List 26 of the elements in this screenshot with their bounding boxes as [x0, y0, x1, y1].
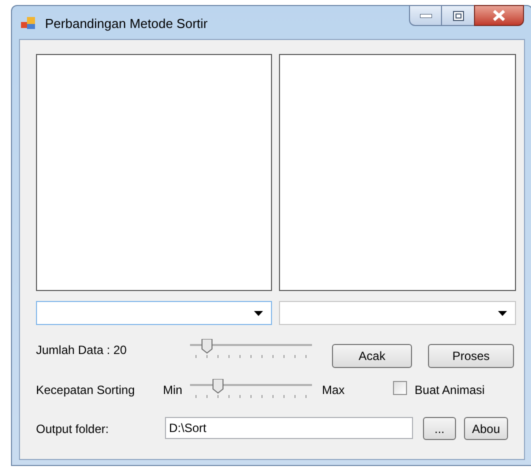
acak-button[interactable]: Acak	[332, 344, 412, 368]
minimize-icon	[420, 14, 432, 18]
maximize-icon	[452, 10, 464, 20]
proses-button[interactable]: Proses	[428, 344, 514, 368]
slider-thumb[interactable]	[212, 379, 224, 394]
dropdown-arrow-icon	[498, 310, 507, 316]
slider-thumb[interactable]	[202, 339, 212, 354]
output-folder-label: Output folder:	[36, 421, 110, 438]
output-folder-field[interactable]: D:\Sort	[165, 417, 413, 439]
app-icon	[21, 16, 37, 30]
about-button[interactable]: Abou	[464, 417, 508, 440]
close-button[interactable]	[474, 5, 524, 26]
jumlah-data-label: Jumlah Data : 20	[36, 342, 128, 359]
browse-button[interactable]: ...	[423, 417, 456, 440]
max-label: Max	[322, 382, 345, 399]
minimize-button[interactable]	[409, 5, 442, 26]
kecepatan-label: Kecepatan Sorting	[36, 382, 136, 399]
slider[interactable]	[190, 339, 312, 361]
window-title: Perbandingan Metode Sortir	[45, 15, 208, 33]
slider[interactable]	[190, 379, 312, 401]
animasi-label: Buat Animasi	[414, 382, 485, 399]
close-icon	[493, 10, 505, 21]
animasi-checkbox[interactable]	[392, 381, 407, 395]
maximize-button[interactable]	[442, 5, 474, 26]
dropdown-arrow-icon	[254, 310, 263, 316]
min-label: Min	[163, 382, 184, 399]
